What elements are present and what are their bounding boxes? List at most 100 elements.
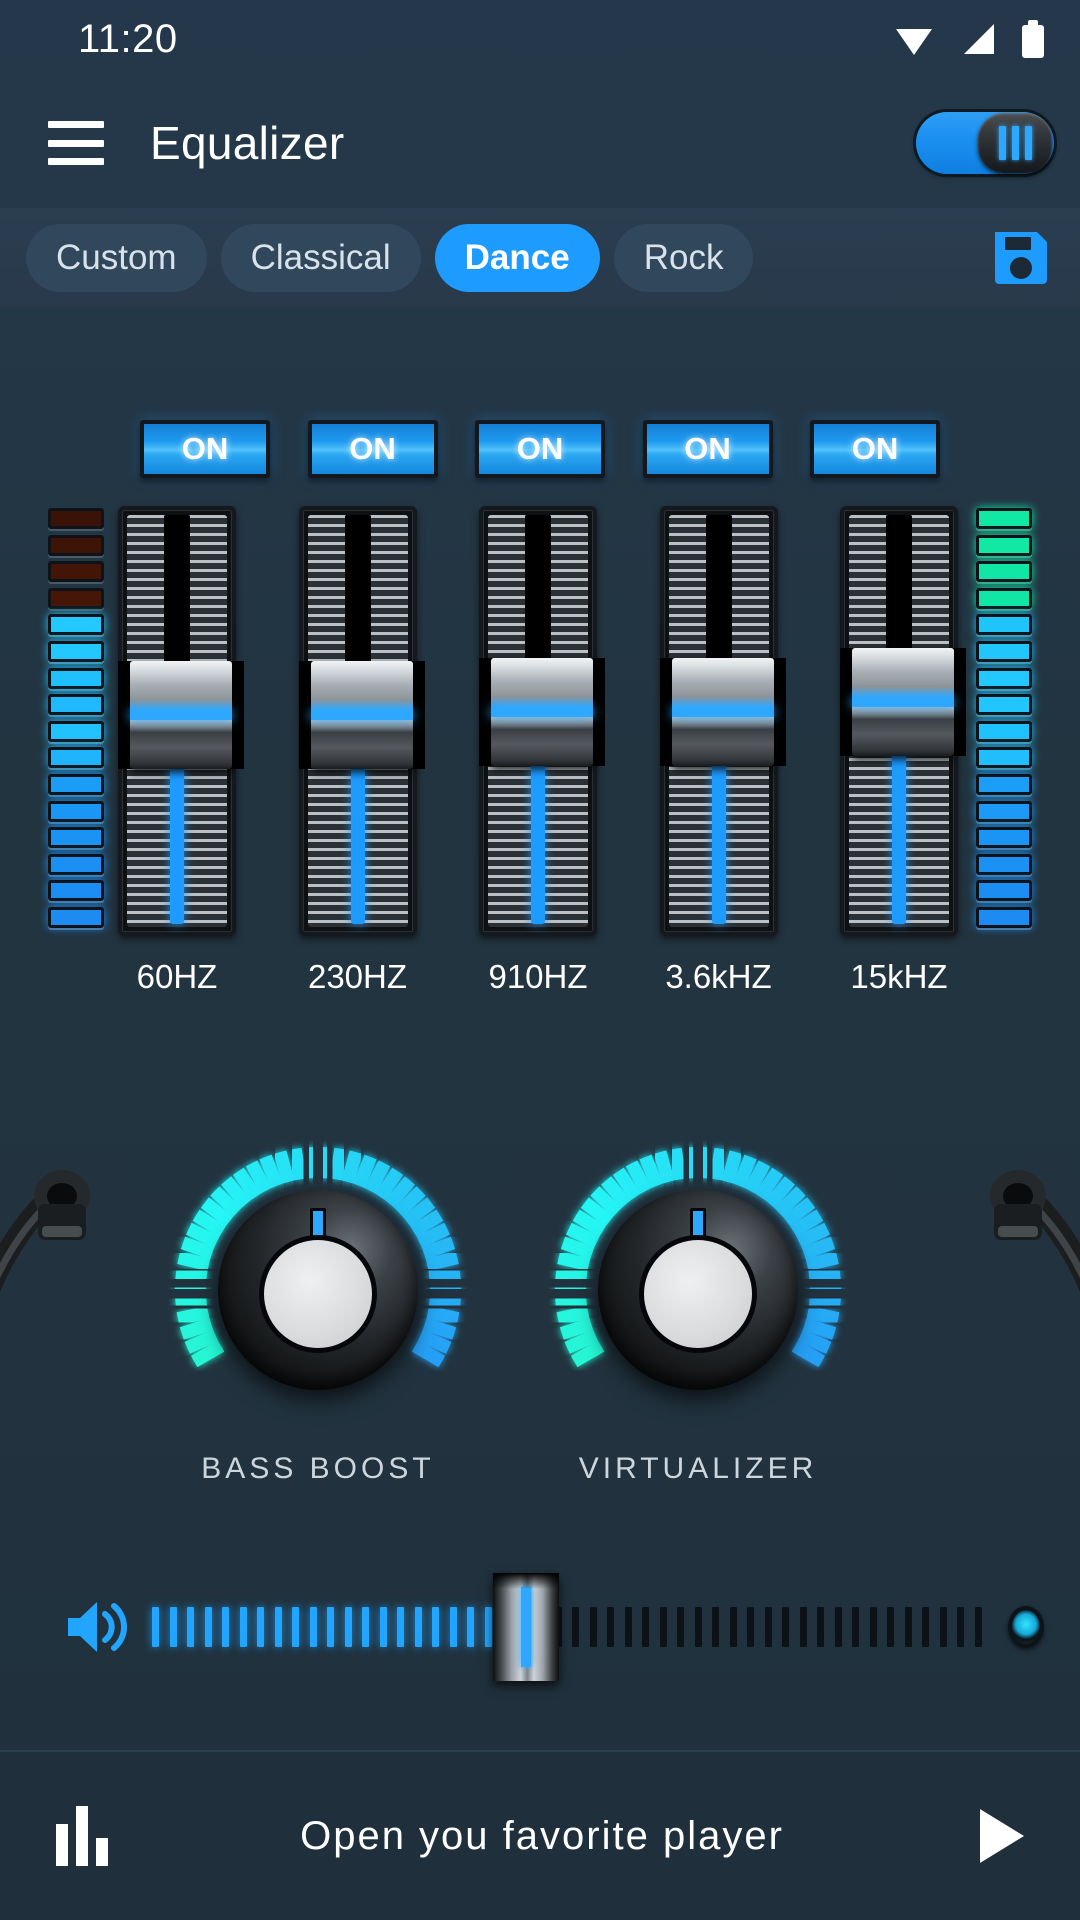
volume-slider[interactable] — [152, 1577, 982, 1677]
volume-tick — [695, 1607, 702, 1647]
save-floppy-icon[interactable] — [988, 225, 1054, 291]
volume-tick — [607, 1607, 614, 1647]
volume-tick — [625, 1607, 632, 1647]
vu-segment — [48, 561, 104, 582]
vu-segment — [48, 694, 104, 715]
status-icons — [894, 20, 1044, 58]
band-toggle-910hz[interactable]: ON — [475, 420, 605, 478]
volume-tick — [660, 1607, 667, 1647]
volume-tick — [205, 1607, 212, 1647]
slider-thumb[interactable] — [118, 661, 244, 769]
battery-icon — [1022, 20, 1044, 58]
bass-boost-label: BASS BOOST — [168, 1452, 468, 1486]
volume-tick — [187, 1607, 194, 1647]
volume-tick — [380, 1607, 387, 1647]
vu-segment — [976, 508, 1032, 529]
bottom-bar[interactable]: Open you favorite player — [0, 1750, 1080, 1920]
volume-tick — [957, 1607, 964, 1647]
volume-tick — [887, 1607, 894, 1647]
status-bar: 11:20 — [0, 0, 1080, 78]
vu-segment — [976, 694, 1032, 715]
band-slider-60hz[interactable] — [118, 506, 236, 936]
knob-panel: BASS BOOST VIRTUALIZER — [0, 1130, 1080, 1550]
bass-boost-knob-body[interactable] — [218, 1190, 418, 1390]
volume-tick — [835, 1607, 842, 1647]
vu-segment — [976, 721, 1032, 742]
preset-custom[interactable]: Custom — [26, 224, 207, 292]
vu-segment — [48, 721, 104, 742]
volume-tick — [870, 1607, 877, 1647]
signal-icon — [960, 22, 996, 56]
volume-slider-thumb[interactable] — [493, 1573, 559, 1681]
preset-classical[interactable]: Classical — [221, 224, 421, 292]
band-toggle-15khz[interactable]: ON — [810, 420, 940, 478]
volume-tick — [170, 1607, 177, 1647]
vu-segment — [976, 614, 1032, 635]
volume-tick — [310, 1607, 317, 1647]
band-slider-row — [118, 506, 958, 936]
preset-rock[interactable]: Rock — [614, 224, 754, 292]
app-bar: Equalizer — [0, 78, 1080, 208]
band-slider-3-6khz[interactable] — [660, 506, 778, 936]
vu-segment — [976, 641, 1032, 662]
vu-segment — [48, 880, 104, 901]
volume-tick — [852, 1607, 859, 1647]
volume-tick — [240, 1607, 247, 1647]
wifi-icon — [894, 22, 934, 56]
band-toggle-60hz[interactable]: ON — [140, 420, 270, 478]
band-toggle-230hz[interactable]: ON — [308, 420, 438, 478]
play-icon[interactable] — [972, 1805, 1028, 1867]
volume-tick — [397, 1607, 404, 1647]
slider-thumb[interactable] — [479, 658, 605, 766]
virtualizer-knob-center — [639, 1235, 757, 1353]
vu-segment — [48, 535, 104, 556]
vu-segment — [48, 907, 104, 928]
slider-thumb[interactable] — [299, 661, 425, 769]
equalizer-power-toggle[interactable] — [916, 112, 1054, 174]
volume-tick — [712, 1607, 719, 1647]
band-slider-15khz[interactable] — [840, 506, 958, 936]
volume-tick — [940, 1607, 947, 1647]
band-toggle-3-6khz[interactable]: ON — [643, 420, 773, 478]
virtualizer-knob-body[interactable] — [598, 1190, 798, 1390]
volume-tick — [257, 1607, 264, 1647]
left-vu-meter — [48, 508, 104, 928]
equalizer-bars-icon[interactable] — [56, 1806, 112, 1866]
volume-row — [0, 1572, 1080, 1682]
volume-tick — [782, 1607, 789, 1647]
volume-tick — [975, 1607, 982, 1647]
volume-tick — [432, 1607, 439, 1647]
slider-thumb[interactable] — [840, 648, 966, 756]
equalizer-app-screen: 11:20 Equalizer Custom Classical Dance R… — [0, 0, 1080, 1920]
vu-segment — [976, 747, 1032, 768]
frequency-label-row: 60HZ 230HZ 910HZ 3.6kHZ 15kHZ — [118, 958, 958, 996]
vu-segment — [48, 747, 104, 768]
hamburger-menu-icon[interactable] — [48, 121, 104, 165]
virtualizer-knob[interactable]: VIRTUALIZER — [548, 1140, 848, 1440]
volume-tick — [275, 1607, 282, 1647]
volume-tick — [415, 1607, 422, 1647]
volume-tick — [677, 1607, 684, 1647]
volume-tick — [222, 1607, 229, 1647]
volume-tick — [327, 1607, 334, 1647]
volume-tick — [730, 1607, 737, 1647]
vu-segment — [48, 668, 104, 689]
vu-segment — [976, 827, 1032, 848]
bass-boost-knob[interactable]: BASS BOOST — [168, 1140, 468, 1440]
volume-tick — [765, 1607, 772, 1647]
volume-tick — [485, 1607, 492, 1647]
volume-tick — [590, 1607, 597, 1647]
preset-bar: Custom Classical Dance Rock — [0, 208, 1080, 308]
band-slider-230hz[interactable] — [299, 506, 417, 936]
preset-dance[interactable]: Dance — [435, 224, 600, 292]
volume-speaker-icon[interactable] — [64, 1596, 136, 1658]
vu-segment — [976, 854, 1032, 875]
band-slider-910hz[interactable] — [479, 506, 597, 936]
freq-label-230hz: 230HZ — [299, 958, 417, 996]
page-title: Equalizer — [150, 116, 916, 170]
volume-indicator-dot[interactable] — [1008, 1606, 1044, 1648]
vu-segment — [976, 588, 1032, 609]
vu-segment — [48, 614, 104, 635]
volume-tick — [345, 1607, 352, 1647]
slider-thumb[interactable] — [660, 658, 786, 766]
